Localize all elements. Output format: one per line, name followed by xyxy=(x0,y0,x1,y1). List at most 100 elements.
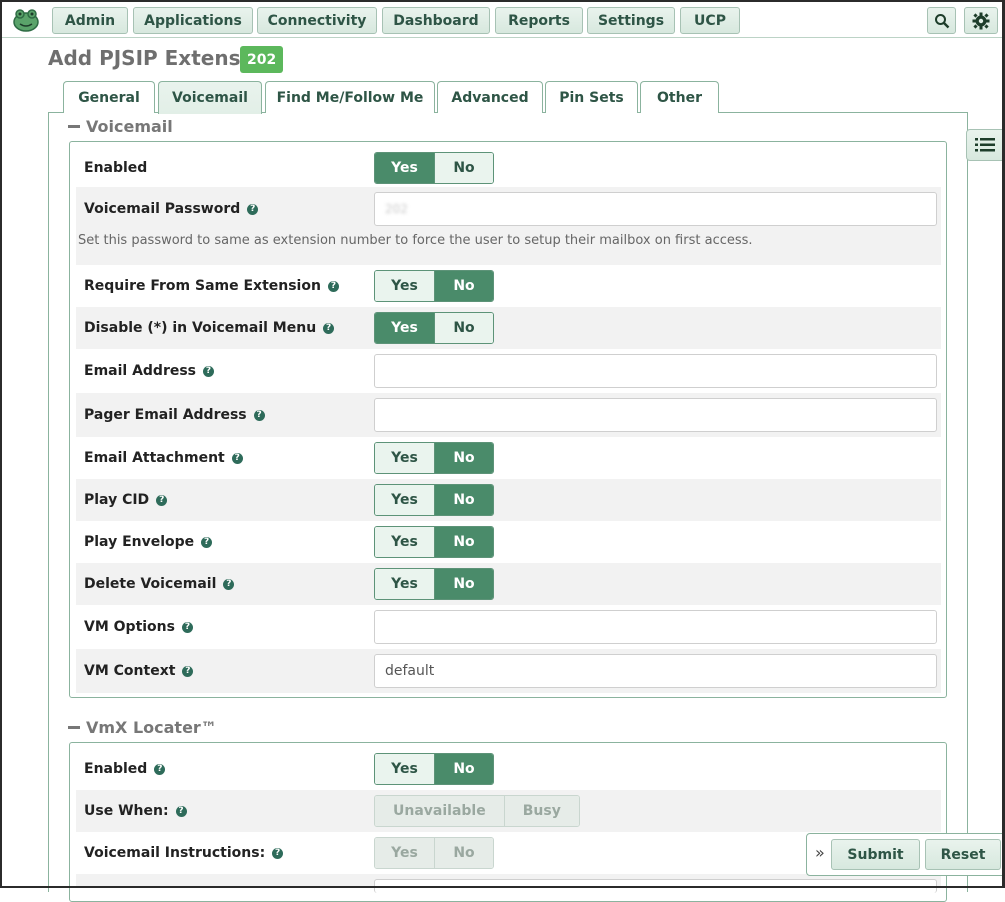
vm-options-field[interactable] xyxy=(374,610,937,644)
vmx-instructions-yes[interactable]: Yes xyxy=(375,838,434,868)
help-icon[interactable]: ? xyxy=(156,494,168,506)
email-attachment-toggle[interactable]: Yes No xyxy=(374,442,494,474)
play-cid-no[interactable]: No xyxy=(434,485,493,515)
vm-options-label: VM Options xyxy=(84,619,175,635)
tab-advanced[interactable]: Advanced xyxy=(437,81,543,113)
help-icon[interactable]: ? xyxy=(175,805,187,817)
delete-vm-no[interactable]: No xyxy=(434,569,493,599)
tab-find-me-follow-me[interactable]: Find Me/Follow Me xyxy=(265,81,435,113)
top-nav: Admin Applications Connectivity Dashboar… xyxy=(2,2,1002,38)
require-same-ext-no[interactable]: No xyxy=(434,271,493,301)
require-same-ext-yes[interactable]: Yes xyxy=(375,271,434,301)
delete-vm-toggle[interactable]: Yes No xyxy=(374,568,494,600)
help-icon[interactable]: ? xyxy=(323,322,335,334)
side-list-button[interactable] xyxy=(966,129,1004,161)
voicemail-section-header[interactable]: Voicemail xyxy=(68,117,173,136)
vmx-enabled-row: Enabled? Yes No xyxy=(76,748,941,790)
search-button[interactable] xyxy=(927,7,956,34)
vmx-enabled-label: Enabled xyxy=(84,761,148,777)
help-icon[interactable]: ? xyxy=(272,847,284,859)
vmx-enabled-no[interactable]: No xyxy=(434,754,493,784)
expand-action-bar-icon[interactable]: » xyxy=(815,843,825,862)
vmx-enabled-yes[interactable]: Yes xyxy=(375,754,434,784)
play-envelope-no[interactable]: No xyxy=(434,527,493,557)
play-envelope-label: Play Envelope xyxy=(84,534,195,550)
play-cid-toggle[interactable]: Yes No xyxy=(374,484,494,516)
email-label: Email Address xyxy=(84,363,197,379)
help-icon[interactable]: ? xyxy=(231,452,243,464)
nav-admin[interactable]: Admin xyxy=(52,7,128,34)
vmx-use-when-row: Use When:? Unavailable Busy xyxy=(76,790,941,832)
action-bar: » Submit Reset xyxy=(806,833,1005,876)
disable-star-label: Disable (*) in Voicemail Menu xyxy=(84,320,317,336)
email-row: Email Address? xyxy=(76,349,941,393)
play-cid-yes[interactable]: Yes xyxy=(375,485,434,515)
vm-options-row: VM Options? xyxy=(76,605,941,649)
nav-dashboard[interactable]: Dashboard xyxy=(382,7,490,34)
vmx-use-when-busy[interactable]: Busy xyxy=(503,796,579,826)
voicemail-section-title: Voicemail xyxy=(86,117,173,136)
nav-reports[interactable]: Reports xyxy=(495,7,583,34)
vmx-section-header[interactable]: VmX Locater™ xyxy=(68,718,217,737)
help-icon[interactable]: ? xyxy=(223,578,235,590)
submit-button[interactable]: Submit xyxy=(831,839,920,870)
disable-star-toggle[interactable]: Yes No xyxy=(374,312,494,344)
help-icon[interactable]: ? xyxy=(154,763,166,775)
help-icon[interactable]: ? xyxy=(201,536,213,548)
email-attachment-no[interactable]: No xyxy=(434,443,493,473)
help-icon[interactable]: ? xyxy=(182,665,194,677)
email-attachment-yes[interactable]: Yes xyxy=(375,443,434,473)
vmx-instructions-no[interactable]: No xyxy=(434,838,493,868)
reset-button[interactable]: Reset xyxy=(925,839,1001,870)
vmx-next-row xyxy=(76,874,941,893)
help-icon[interactable]: ? xyxy=(203,365,215,377)
vmx-use-when-unavailable[interactable]: Unavailable xyxy=(375,796,504,826)
settings-button[interactable] xyxy=(964,7,998,34)
tab-general[interactable]: General xyxy=(63,81,155,113)
vm-password-help-text: Set this password to same as extension n… xyxy=(78,233,753,248)
play-cid-row: Play CID? Yes No xyxy=(76,479,941,521)
vm-enabled-toggle[interactable]: Yes No xyxy=(374,152,494,184)
play-envelope-yes[interactable]: Yes xyxy=(375,527,434,557)
pager-email-field[interactable] xyxy=(374,398,937,432)
play-envelope-toggle[interactable]: Yes No xyxy=(374,526,494,558)
email-field[interactable] xyxy=(374,354,937,388)
vm-context-field[interactable]: default xyxy=(374,654,937,688)
help-icon[interactable]: ? xyxy=(253,409,265,421)
delete-vm-label: Delete Voicemail xyxy=(84,576,217,592)
tab-pin-sets[interactable]: Pin Sets xyxy=(545,81,638,113)
vmx-use-when-label: Use When: xyxy=(84,803,169,819)
nav-ucp[interactable]: UCP xyxy=(680,7,740,34)
search-icon xyxy=(934,13,949,28)
vmx-next-field[interactable] xyxy=(374,879,937,893)
vm-enabled-no[interactable]: No xyxy=(434,153,493,183)
nav-settings[interactable]: Settings xyxy=(587,7,675,34)
require-same-ext-toggle[interactable]: Yes No xyxy=(374,270,494,302)
nav-applications[interactable]: Applications xyxy=(133,7,253,34)
delete-vm-yes[interactable]: Yes xyxy=(375,569,434,599)
vm-enabled-row: Enabled Yes No xyxy=(76,147,941,189)
help-icon[interactable]: ? xyxy=(181,621,193,633)
vmx-enabled-toggle[interactable]: Yes No xyxy=(374,753,494,785)
collapse-icon xyxy=(68,726,80,729)
vm-context-label: VM Context xyxy=(84,663,176,679)
vmx-instructions-toggle[interactable]: Yes No xyxy=(374,837,494,869)
vmx-use-when-toggle[interactable]: Unavailable Busy xyxy=(374,795,580,827)
require-same-ext-row: Require From Same Extension? Yes No xyxy=(76,265,941,307)
nav-connectivity[interactable]: Connectivity xyxy=(257,7,377,34)
vm-enabled-label: Enabled xyxy=(84,160,148,176)
list-icon xyxy=(975,138,995,152)
logo-icon[interactable] xyxy=(12,8,40,32)
help-icon[interactable]: ? xyxy=(247,203,259,215)
help-icon[interactable]: ? xyxy=(327,280,339,292)
tab-voicemail[interactable]: Voicemail xyxy=(158,81,262,114)
vm-password-row: Voicemail Password? 202 Set this passwor… xyxy=(76,187,941,265)
tab-other[interactable]: Other xyxy=(640,81,719,113)
vmx-instructions-label: Voicemail Instructions: xyxy=(84,845,266,861)
vmx-section-title: VmX Locater™ xyxy=(86,718,217,737)
disable-star-no[interactable]: No xyxy=(434,313,493,343)
vm-password-input[interactable]: 202 xyxy=(374,192,937,226)
extension-badge: 202 xyxy=(240,46,284,73)
disable-star-yes[interactable]: Yes xyxy=(375,313,434,343)
vm-enabled-yes[interactable]: Yes xyxy=(375,153,434,183)
